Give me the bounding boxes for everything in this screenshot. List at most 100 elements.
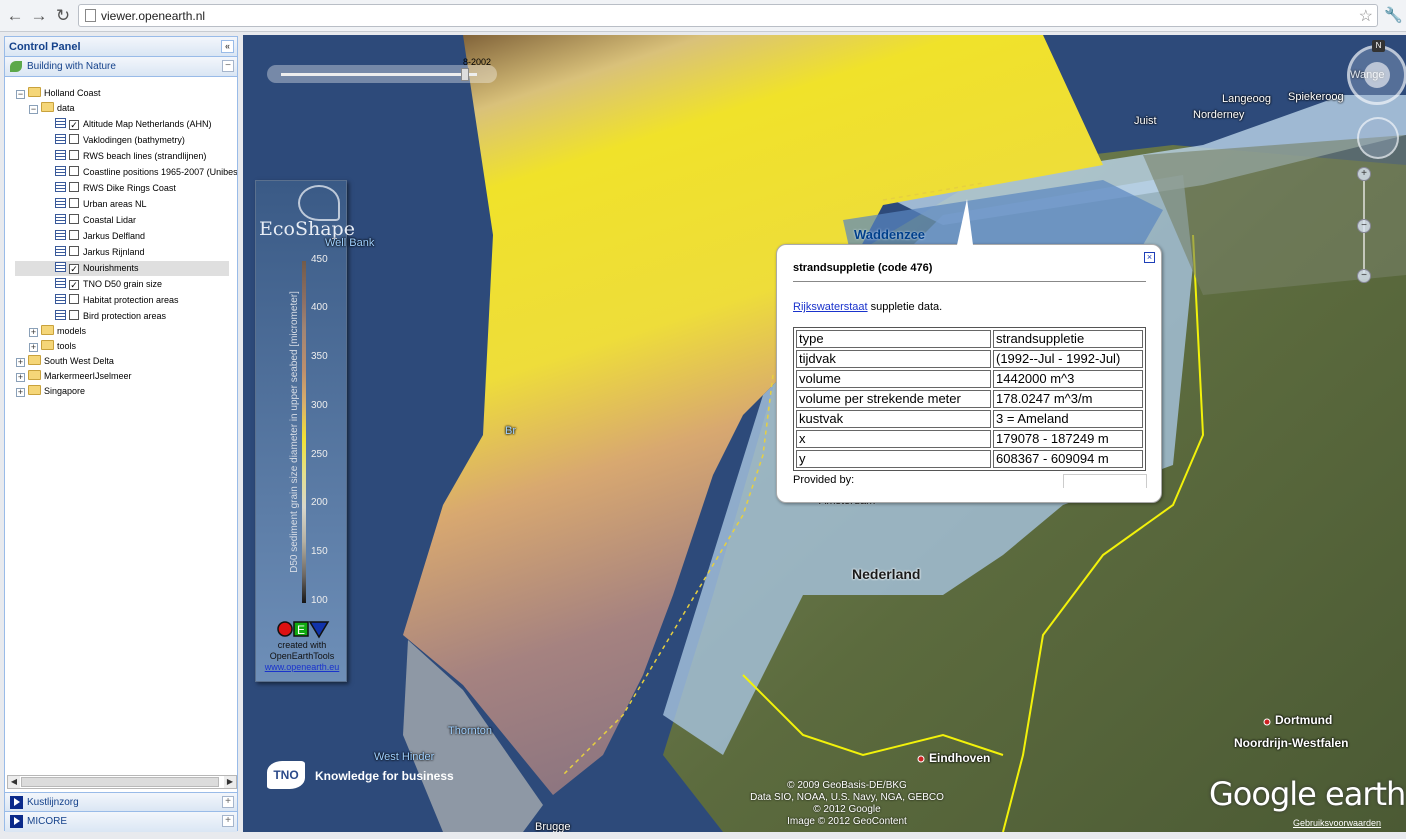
close-balloon-button[interactable]: ×	[1144, 252, 1155, 263]
tree-node-markermeer[interactable]: + MarkermeerIJselmeer	[16, 369, 132, 384]
layer-jarkus-rijnland[interactable]: Jarkus Rijnland	[55, 245, 145, 260]
tree-node-south-west-delta[interactable]: + South West Delta	[16, 354, 114, 369]
layer-checkbox[interactable]	[69, 134, 79, 144]
move-hand-control[interactable]	[1357, 117, 1399, 159]
attr-key: tijdvak	[796, 350, 991, 368]
expander-icon[interactable]: +	[29, 343, 38, 352]
attr-value: (1992--Jul - 1992-Jul)	[993, 350, 1143, 368]
folder-icon	[41, 325, 54, 335]
tree-node-singapore[interactable]: + Singapore	[16, 384, 85, 399]
accordion-kustlijnzorg[interactable]: Kustlijnzorg +	[5, 792, 237, 812]
table-row: kustvak 3 = Ameland	[796, 410, 1143, 428]
tree-node-data[interactable]: − data	[29, 101, 75, 116]
layer-icon	[55, 262, 66, 272]
layer-checkbox[interactable]	[69, 230, 79, 240]
terms-of-use-link[interactable]: Gebruiksvoorwaarden	[1293, 818, 1381, 828]
layer-checkbox[interactable]: ✓	[69, 120, 79, 130]
reload-icon[interactable]: ↻	[52, 5, 74, 27]
accordion-expand-button[interactable]: +	[222, 815, 234, 827]
accordion-header[interactable]: MICORE +	[5, 812, 237, 832]
time-slider-knob[interactable]	[461, 68, 469, 81]
legend-tick: 450	[311, 254, 328, 265]
bookmark-star-icon[interactable]: ☆	[1359, 6, 1373, 26]
layer-coastline-positions[interactable]: Coastline positions 1965-2007 (Unibest)	[55, 165, 237, 180]
layer-checkbox[interactable]	[69, 166, 79, 176]
scroll-right-arrow-icon[interactable]: ▶	[224, 776, 236, 788]
legend-tick: 100	[311, 595, 328, 606]
layer-tno-d50[interactable]: ✓ TNO D50 grain size	[55, 277, 162, 292]
expander-icon[interactable]: +	[29, 328, 38, 337]
tree-horizontal-scrollbar[interactable]: ◀ ▶	[7, 775, 237, 789]
layer-urban-areas[interactable]: Urban areas NL	[55, 197, 147, 212]
layer-bird-protection[interactable]: Bird protection areas	[55, 309, 166, 324]
layer-checkbox[interactable]	[69, 310, 79, 320]
layer-checkbox[interactable]	[69, 150, 79, 160]
tree-node-tools[interactable]: + tools	[29, 339, 76, 354]
scroll-thumb[interactable]	[21, 777, 219, 787]
look-around-control[interactable]: N	[1347, 40, 1406, 105]
layer-habitat-protection[interactable]: Habitat protection areas	[55, 293, 179, 308]
map-label-nrw: Noordrijn-Westfalen	[1234, 736, 1349, 750]
layer-nourishments[interactable]: ✓ Nourishments	[15, 261, 229, 276]
layer-checkbox[interactable]: ✓	[69, 280, 79, 290]
legend-tick: 400	[311, 302, 328, 313]
expander-icon[interactable]: +	[16, 388, 25, 397]
layer-checkbox[interactable]	[69, 246, 79, 256]
folder-icon	[41, 102, 54, 112]
layer-icon	[55, 214, 66, 224]
accordion-building-with-nature[interactable]: Building with Nature −	[5, 57, 237, 77]
oet-e-letter: E	[297, 623, 305, 637]
layer-icon	[55, 134, 66, 144]
layer-checkbox[interactable]: ✓	[69, 264, 79, 274]
google-earth-map[interactable]: 8-2002 EcoShape 450 400 350 300 250 200 …	[243, 35, 1406, 832]
url-text[interactable]: viewer.openearth.nl	[101, 9, 205, 23]
time-slider[interactable]: 8-2002	[267, 57, 497, 83]
table-row: volume 1442000 m^3	[796, 370, 1143, 388]
layer-coastal-lidar[interactable]: Coastal Lidar	[55, 213, 136, 228]
expander-icon[interactable]: +	[16, 373, 25, 382]
accordion-collapse-button[interactable]: −	[222, 60, 234, 72]
accordion-expand-button[interactable]: +	[222, 796, 234, 808]
layer-vaklodingen[interactable]: Vaklodingen (bathymetry)	[55, 133, 185, 148]
layer-checkbox[interactable]	[69, 294, 79, 304]
zoom-slider-knob[interactable]: −	[1357, 219, 1371, 233]
expander-icon[interactable]: −	[29, 105, 38, 114]
tree-node-label: tools	[57, 341, 77, 351]
openearth-link[interactable]: www.openearth.eu	[256, 662, 348, 672]
layer-checkbox[interactable]	[69, 182, 79, 192]
accordion-header[interactable]: Kustlijnzorg +	[5, 792, 237, 812]
wrench-icon[interactable]: 🔧	[1384, 6, 1403, 24]
rijkswaterstaat-link[interactable]: Rijkswaterstaat	[793, 301, 868, 313]
layer-checkbox[interactable]	[69, 214, 79, 224]
layer-label: Vaklodingen (bathymetry)	[83, 135, 185, 145]
tree-node-models[interactable]: + models	[29, 324, 86, 339]
collapse-panel-button[interactable]: «	[221, 40, 234, 53]
tree-node-label: MarkermeerIJselmeer	[44, 371, 132, 381]
table-row: volume per strekende meter 178.0247 m^3/m	[796, 390, 1143, 408]
layer-rws-dike-rings[interactable]: RWS Dike Rings Coast	[55, 181, 176, 196]
balloon-title: strandsuppletie (code 476)	[793, 262, 933, 274]
tree-node-holland-coast[interactable]: − Holland Coast	[16, 86, 101, 101]
layer-jarkus-delfland[interactable]: Jarkus Delfland	[55, 229, 145, 244]
address-bar[interactable]: viewer.openearth.nl ☆	[78, 4, 1378, 27]
tno-tagline: Knowledge for business	[315, 769, 454, 783]
legend-tick: 350	[311, 351, 328, 362]
layer-icon	[55, 246, 66, 256]
play-icon	[10, 815, 23, 828]
forward-arrow-icon[interactable]: →	[28, 5, 50, 27]
accordion-micore[interactable]: MICORE +	[5, 812, 237, 832]
copyright-line: © 2012 Google	[813, 804, 881, 815]
legend-tick: 300	[311, 400, 328, 411]
attr-value: strandsuppletie	[993, 330, 1143, 348]
layer-checkbox[interactable]	[69, 198, 79, 208]
layer-rws-beach-lines[interactable]: RWS beach lines (strandlijnen)	[55, 149, 206, 164]
zoom-in-button[interactable]: +	[1357, 167, 1371, 181]
back-arrow-icon[interactable]: ←	[4, 5, 26, 27]
expander-icon[interactable]: −	[16, 90, 25, 99]
scroll-left-arrow-icon[interactable]: ◀	[8, 776, 20, 788]
layer-altitude-map[interactable]: ✓ Altitude Map Netherlands (AHN)	[55, 117, 212, 132]
zoom-out-button[interactable]: −	[1357, 269, 1371, 283]
time-slider-label: 8-2002	[463, 57, 492, 67]
north-indicator[interactable]: N	[1372, 40, 1385, 52]
expander-icon[interactable]: +	[16, 358, 25, 367]
